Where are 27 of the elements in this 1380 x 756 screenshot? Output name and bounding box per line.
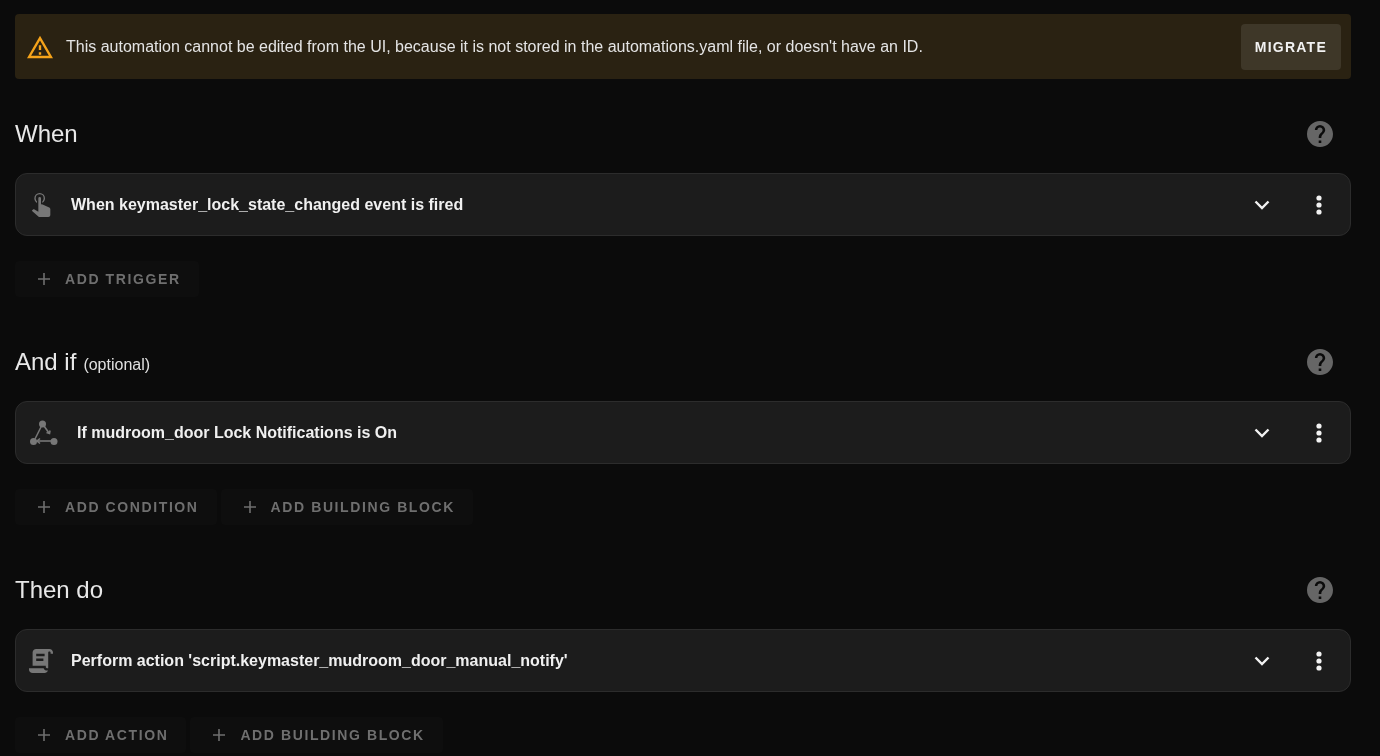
plus-icon	[213, 729, 226, 741]
section-subtitle: (optional)	[83, 356, 151, 374]
help-icon[interactable]	[1307, 577, 1333, 603]
condition-card[interactable]: If mudroom_door Lock Notifications is On	[15, 401, 1351, 464]
node-graph-icon	[29, 419, 59, 446]
warning-message: This automation cannot be edited from the UI, because it is not stored in the automations.yaml file, or doesn't have an ID.	[66, 37, 924, 56]
action-card[interactable]: Perform action 'script.keymaster_mudroom_door_manual_notify'	[15, 629, 1351, 692]
card-title: When keymaster_lock_state_changed event is fired	[71, 195, 465, 214]
section-title: And if	[15, 348, 77, 376]
help-icon[interactable]	[1307, 349, 1333, 375]
help-icon[interactable]	[1307, 121, 1333, 147]
plus-icon	[38, 729, 50, 741]
warning-icon	[27, 34, 53, 59]
section-title: When	[15, 120, 78, 148]
script-scroll-icon	[29, 648, 53, 673]
card-title: Perform action 'script.keymaster_mudroom_door_manual_notify'	[71, 651, 569, 670]
migrate-button[interactable]: MIGRATE	[1240, 23, 1341, 70]
kebab-menu-icon	[1316, 650, 1322, 671]
kebab-menu-icon	[1316, 194, 1322, 215]
plus-icon	[243, 501, 256, 513]
card-title: If mudroom_door Lock Notifications is On	[77, 423, 398, 442]
section-title: Then do	[15, 576, 104, 604]
hand-tap-icon	[29, 192, 53, 217]
kebab-menu-icon	[1316, 422, 1322, 443]
trigger-card[interactable]: When keymaster_lock_state_changed event is fired	[15, 173, 1351, 236]
plus-icon	[38, 501, 50, 513]
plus-icon	[38, 273, 50, 285]
